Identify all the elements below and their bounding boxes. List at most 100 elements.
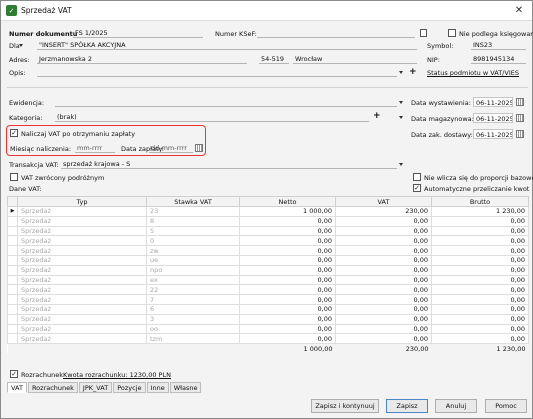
table-row[interactable]: Sprzedaż 6 0,00 0,00 0,00	[7, 303, 529, 315]
vat-cell[interactable]: 0,00	[335, 225, 432, 237]
save-continue-button[interactable]: Zapisz i kontynuuj	[311, 399, 379, 413]
description-field[interactable]	[37, 67, 397, 77]
tab-items[interactable]: Pozycje	[113, 382, 146, 393]
table-row[interactable]: Sprzedaż zw 0,00 0,00 0,00	[7, 245, 529, 256]
vat-cell[interactable]: 0,00	[335, 235, 432, 247]
add-category-icon[interactable]: +	[373, 112, 381, 121]
type-cell[interactable]: Sprzedaż	[17, 245, 147, 256]
rate-cell[interactable]: ex	[146, 274, 240, 286]
ksef-field[interactable]	[257, 28, 415, 38]
traveler-refund-checkbox[interactable]	[10, 173, 18, 181]
for-dropdown-icon[interactable]	[19, 44, 23, 47]
table-row[interactable]: Sprzedaż oo 0,00 0,00 0,00	[7, 323, 529, 335]
save-button[interactable]: Zapisz	[386, 399, 428, 413]
vat-cell[interactable]: 0,00	[335, 245, 432, 256]
gross-cell[interactable]: 0,00	[431, 245, 529, 256]
warehouse-date-field[interactable]: 06-11-2025	[473, 113, 513, 123]
table-row[interactable]: Sprzedaż 8 0,00 0,00 0,00	[7, 215, 529, 227]
gross-cell[interactable]: 0,00	[431, 303, 529, 315]
payment-date-field[interactable]: dd-mm-rrrr	[149, 143, 193, 153]
category-dropdown-icon[interactable]	[399, 116, 403, 119]
net-cell[interactable]: 0,00	[239, 284, 336, 296]
type-cell[interactable]: Sprzedaż	[17, 333, 147, 345]
type-cell[interactable]: Sprzedaż	[17, 264, 147, 276]
exclude-proportion-checkbox[interactable]	[413, 173, 421, 181]
address-city-field[interactable]: Wrocław	[293, 54, 417, 64]
gross-cell[interactable]: 0,00	[431, 274, 529, 286]
table-row[interactable]: Sprzedaż 0 0,00 0,00 0,00	[7, 235, 529, 247]
vat-cell[interactable]: 0,00	[335, 264, 432, 276]
column-header[interactable]: VAT	[335, 196, 432, 207]
column-header[interactable]: Stawka VAT	[146, 196, 240, 207]
issue-date-field[interactable]: 06-11-2025	[473, 97, 513, 107]
type-cell[interactable]: Sprzedaż	[17, 215, 147, 227]
gross-cell[interactable]: 0,00	[431, 294, 529, 305]
doc-number-field[interactable]: FS 1/2025	[73, 28, 203, 38]
gross-cell[interactable]: 0,00	[431, 254, 529, 266]
calendar-icon[interactable]	[195, 144, 203, 152]
table-row[interactable]: Sprzedaż 22 0,00 0,00 0,00	[7, 284, 529, 296]
type-cell[interactable]: Sprzedaż	[17, 303, 147, 315]
gross-cell[interactable]: 0,00	[431, 323, 529, 335]
delivery-date-field[interactable]: 06-11-2025	[473, 129, 513, 139]
tab-custom[interactable]: Własne	[169, 382, 202, 393]
rate-cell[interactable]: zw	[146, 245, 240, 256]
calendar-icon[interactable]	[516, 98, 524, 106]
table-row[interactable]: Sprzedaż npo 0,00 0,00 0,00	[7, 264, 529, 276]
type-cell[interactable]: Sprzedaż	[17, 225, 147, 237]
table-row[interactable]: ▶ Sprzedaż 23 1 000,00 230,00 1 230,00	[7, 206, 529, 217]
vat-cell[interactable]: 0,00	[335, 284, 432, 296]
auto-recalc-checkbox[interactable]: ✓	[413, 184, 421, 192]
add-description-icon[interactable]: +	[409, 68, 417, 77]
tab-settlement[interactable]: Rozrachunek	[27, 382, 78, 393]
type-cell[interactable]: Sprzedaż	[17, 235, 147, 247]
table-row[interactable]: Sprzedaż ue 0,00 0,00 0,00	[7, 254, 529, 266]
type-cell[interactable]: Sprzedaż	[17, 323, 147, 335]
cancel-button[interactable]: Anuluj	[435, 399, 477, 413]
table-row[interactable]: Sprzedaż 7 0,00 0,00 0,00	[7, 294, 529, 305]
gross-cell[interactable]: 0,00	[431, 313, 529, 325]
copy-icon[interactable]	[420, 29, 427, 37]
vat-cell[interactable]: 0,00	[335, 333, 432, 345]
calendar-icon[interactable]	[516, 114, 524, 122]
vat-status-link[interactable]: Status podmiotu w VAT/VIES	[427, 69, 519, 77]
vat-cell[interactable]: 0,00	[335, 303, 432, 315]
net-cell[interactable]: 0,00	[239, 245, 336, 256]
vat-cell[interactable]: 0,00	[335, 215, 432, 227]
vat-cell[interactable]: 0,00	[335, 274, 432, 286]
net-cell[interactable]: 0,00	[239, 303, 336, 315]
symbol-field[interactable]: INS23	[471, 40, 526, 50]
net-cell[interactable]: 0,00	[239, 294, 336, 305]
gross-cell[interactable]: 0,00	[431, 215, 529, 227]
rate-cell[interactable]: 22	[146, 284, 240, 296]
column-header[interactable]: Typ	[17, 196, 147, 207]
calendar-icon[interactable]	[516, 130, 524, 138]
net-cell[interactable]: 0,00	[239, 333, 336, 345]
tab-vat[interactable]: VAT	[7, 382, 27, 393]
net-cell[interactable]: 1 000,00	[239, 206, 336, 217]
net-cell[interactable]: 0,00	[239, 254, 336, 266]
not-booked-checkbox[interactable]	[448, 29, 456, 37]
vat-cell[interactable]: 0,00	[335, 294, 432, 305]
transaction-field[interactable]: sprzedaż krajowa - S	[61, 159, 397, 169]
vat-cell[interactable]: 0,00	[335, 313, 432, 325]
nip-field[interactable]: 8981945134	[471, 54, 526, 64]
rate-cell[interactable]: 7	[146, 294, 240, 305]
net-cell[interactable]: 0,00	[239, 225, 336, 237]
type-cell[interactable]: Sprzedaż	[17, 254, 147, 266]
gross-cell[interactable]: 1 230,00	[431, 206, 529, 217]
rate-cell[interactable]: 6	[146, 303, 240, 315]
type-cell[interactable]: Sprzedaż	[17, 284, 147, 296]
rate-cell[interactable]: 5	[146, 225, 240, 237]
table-row[interactable]: Sprzedaż tzm 0,00 0,00 0,00	[7, 333, 529, 345]
net-cell[interactable]: 0,00	[239, 323, 336, 335]
category-field[interactable]: (brak)	[55, 112, 369, 122]
address-street-field[interactable]: Jerzmanowska 2	[37, 54, 247, 64]
registry-dropdown-icon[interactable]	[399, 101, 403, 104]
column-header[interactable]: Netto	[239, 196, 336, 207]
address-zip-field[interactable]: 54-519	[259, 54, 289, 64]
gross-cell[interactable]: 0,00	[431, 225, 529, 237]
description-dropdown-icon[interactable]	[399, 71, 403, 74]
rate-cell[interactable]: ue	[146, 254, 240, 266]
settlement-checkbox[interactable]: ✓	[10, 370, 18, 378]
